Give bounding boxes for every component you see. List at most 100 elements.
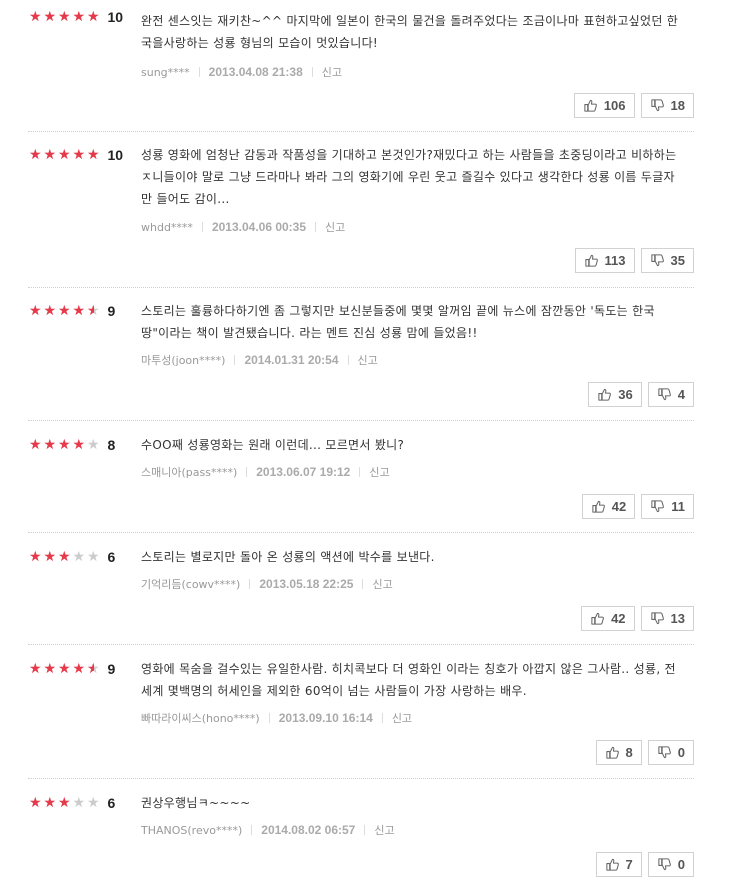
divider (234, 355, 236, 365)
divider (201, 222, 203, 232)
dislike-button[interactable]: 0 (647, 740, 694, 765)
star-icon: ★★ (58, 303, 71, 319)
review-meta: 마투성(joon****) 2014.01.31 20:54 신고 (141, 352, 378, 368)
review-separator (28, 778, 694, 779)
review-date: 2013.04.08 21:38 (208, 65, 303, 79)
review-meta: 빠따라이씨스(hono****) 2013.09.10 16:14 신고 (141, 710, 412, 726)
score: 10 (107, 147, 124, 163)
report-link[interactable]: 신고 (392, 710, 412, 726)
like-button[interactable]: 106 (573, 93, 635, 118)
divider (311, 67, 313, 77)
star-icon: ★★ (43, 661, 57, 677)
review-meta: THANOS(revo****) 2014.08.02 06:57 신고 (141, 822, 395, 838)
like-button[interactable]: 36 (588, 382, 642, 407)
author-name[interactable]: sung**** (141, 66, 190, 79)
star-icon: ★★ (72, 9, 86, 25)
thumbs-down-icon (658, 746, 671, 759)
report-link[interactable]: 신고 (322, 64, 342, 80)
like-count: 42 (611, 611, 626, 626)
review-date: 2014.08.02 06:57 (261, 823, 356, 837)
star-rating: ★★★★★★★★★★ (29, 796, 102, 810)
report-link[interactable]: 신고 (358, 352, 378, 368)
star-icon: ★★ (87, 549, 100, 565)
star-icon: ★★ (72, 549, 86, 565)
dislike-button[interactable]: 11 (641, 494, 694, 519)
dislike-count: 18 (670, 98, 685, 113)
author-name[interactable]: whdd**** (141, 221, 193, 234)
star-icon: ★★ (43, 303, 57, 319)
report-link[interactable]: 신고 (374, 822, 394, 838)
star-icon: ★★ (72, 303, 86, 319)
star-icon: ★★ (43, 9, 57, 25)
vote-buttons: 42 11 (581, 494, 694, 519)
rating: ★ ★ ★ ★ ★ ★ ★ ★ ★ ★ 9 (29, 302, 115, 320)
score: 6 (107, 795, 116, 811)
review-text: 권상우행님ㅋ~~~~ (141, 796, 251, 810)
vote-buttons: 106 18 (573, 93, 694, 118)
dislike-button[interactable]: 18 (640, 93, 694, 118)
star-icon: ★★ (43, 147, 57, 163)
divider (246, 467, 248, 477)
thumbs-up-icon (605, 858, 619, 871)
score: 9 (107, 661, 116, 677)
dislike-button[interactable]: 4 (647, 382, 694, 407)
author-name[interactable]: 마투성(joon****) (141, 352, 225, 368)
author-name[interactable]: 빠따라이씨스(hono****) (141, 710, 260, 726)
star-rating: ★★★★★★★★★★ (29, 662, 102, 676)
review-text: 영화에 목숨을 걸수있는 유일한사람. 히치콕보다 더 영화인 이라는 칭호가 … (141, 662, 676, 698)
score: 6 (107, 549, 116, 565)
dislike-button[interactable]: 0 (647, 852, 694, 877)
thumbs-down-icon (650, 99, 664, 112)
report-link[interactable]: 신고 (372, 576, 392, 592)
dislike-count: 13 (670, 611, 685, 626)
like-count: 36 (618, 387, 633, 402)
star-icon: ★★ (58, 795, 71, 811)
like-count: 7 (625, 857, 633, 872)
author-name[interactable]: 기억리듬(cowv****) (141, 576, 240, 592)
like-button[interactable]: 7 (595, 852, 642, 877)
thumbs-up-icon (584, 254, 598, 267)
author-name[interactable]: THANOS(revo****) (141, 824, 242, 837)
review-date: 2013.05.18 22:25 (259, 577, 354, 591)
dislike-button[interactable]: 13 (640, 606, 694, 631)
thumbs-up-icon (591, 612, 604, 625)
thumbs-up-icon (584, 99, 597, 112)
star-icon: ★★ (58, 437, 71, 453)
star-rating: ★★★★★★★★★★ (29, 550, 102, 564)
like-count: 8 (625, 745, 633, 760)
star-icon: ★★ (87, 795, 100, 811)
divider (347, 355, 349, 365)
rating: ★★★★★★★★★★ 6 (29, 548, 115, 566)
star-icon: ★★ (72, 795, 86, 811)
star-icon: ★★ (29, 9, 42, 25)
rating: ★★★★★★★★★★8 (29, 436, 115, 454)
like-count: 113 (604, 253, 626, 268)
report-link[interactable]: 신고 (369, 464, 389, 480)
rating: ★ ★ ★ ★ ★ ★ ★ ★ ★ ★ 10 (29, 146, 123, 164)
star-icon: ★★ (29, 549, 42, 565)
dislike-button[interactable]: 35 (640, 248, 694, 273)
review-meta: 스매니아(pass****) 2013.06.07 19:12 신고 (141, 464, 390, 480)
star-icon: ★★ (29, 147, 42, 163)
divider (251, 825, 253, 835)
star-icon: ★★ (43, 795, 57, 811)
dislike-count: 35 (670, 253, 685, 268)
star-icon: ★★ (58, 147, 71, 163)
report-link[interactable]: 신고 (325, 219, 345, 235)
score: 8 (107, 437, 116, 453)
star-icon: ★★ (29, 437, 42, 453)
review-meta: 기억리듬(cowv****) 2013.05.18 22:25 신고 (141, 576, 393, 592)
like-button[interactable]: 8 (595, 740, 642, 765)
like-button[interactable]: 42 (581, 606, 635, 631)
review-separator (28, 287, 694, 288)
star-icon: ★★ (29, 661, 42, 677)
review-text: 성룡 영화에 엄청난 감동과 작품성을 기대하고 본것인가?재밌다고 하는 사람… (141, 148, 677, 206)
review-date: 2013.04.06 00:35 (211, 220, 307, 234)
author-name[interactable]: 스매니아(pass****) (141, 464, 237, 480)
star-icon: ★★ (29, 303, 42, 319)
like-button[interactable]: 113 (574, 248, 635, 273)
like-button[interactable]: 42 (581, 494, 636, 519)
star-rating: ★★★★★★★★★★ (29, 10, 102, 24)
rating: ★★★★★★★★★★ 6 (29, 794, 115, 812)
review-date: 2013.09.10 16:14 (278, 711, 373, 725)
